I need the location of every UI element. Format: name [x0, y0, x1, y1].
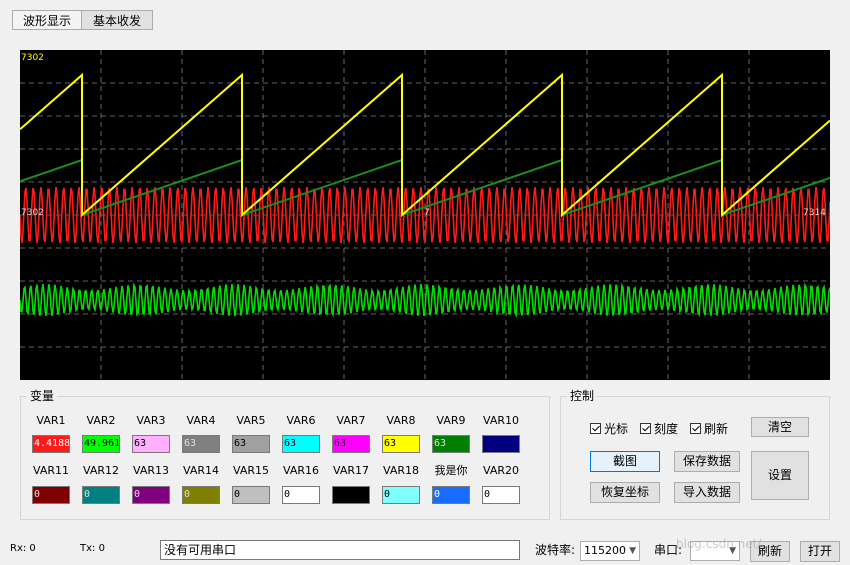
control-group-title: 控制: [567, 389, 598, 403]
baud-rate-label: 波特率:: [535, 543, 576, 557]
variable-label: VAR5: [236, 414, 266, 427]
variable-label: VAR12: [83, 464, 119, 477]
variable-value-box[interactable]: 0: [132, 486, 170, 504]
checkbox-check-icon: [590, 423, 601, 434]
chevron-down-icon: ▼: [629, 546, 636, 556]
scope-label-mid-right: 7314: [803, 208, 826, 218]
cursor-checkbox-label: 光标: [604, 422, 629, 436]
variable-label: VAR11: [33, 464, 69, 477]
variable-value-box[interactable]: 63: [232, 435, 270, 453]
screenshot-button[interactable]: 截图: [590, 451, 660, 472]
variable-label: VAR8: [386, 414, 416, 427]
variable-value-box[interactable]: 63: [332, 435, 370, 453]
variables-group-title: 变量: [27, 389, 58, 403]
restore-coords-button[interactable]: 恢复坐标: [590, 482, 660, 503]
scope-label-top-left: 7302: [21, 53, 44, 63]
tab-basic-transceive[interactable]: 基本收发: [81, 10, 153, 30]
variable-value-box[interactable]: 4.4188: [32, 435, 70, 453]
variable-label: VAR14: [183, 464, 219, 477]
variable-label: VAR1: [36, 414, 66, 427]
scope-label-mid-small: 7: [424, 208, 430, 218]
variable-value-box[interactable]: 63: [132, 435, 170, 453]
variable-label: VAR6: [286, 414, 316, 427]
settings-button[interactable]: 设置: [751, 451, 809, 500]
variable-value-box[interactable]: 0: [482, 486, 520, 504]
variable-label: VAR10: [483, 414, 519, 427]
checkbox-check-icon: [690, 423, 701, 434]
variable-value-box[interactable]: 0: [382, 486, 420, 504]
variable-value-box[interactable]: 63: [432, 435, 470, 453]
scope-label-mid-left: 7302: [21, 208, 44, 218]
rx-counter: Rx: 0: [10, 543, 36, 554]
waveform-display[interactable]: 7302 7302 7314 7: [20, 50, 830, 380]
variable-value-box[interactable]: 0: [182, 486, 220, 504]
watermark-text: blog.csdn.net/...: [676, 537, 773, 551]
save-data-button[interactable]: 保存数据: [674, 451, 740, 472]
baud-rate-select[interactable]: 115200 ▼: [580, 541, 640, 561]
variable-label: VAR13: [133, 464, 169, 477]
variable-label: VAR20: [483, 464, 519, 477]
variable-label: 我是你: [434, 464, 468, 477]
tx-counter: Tx: 0: [80, 543, 105, 554]
scale-checkbox-label: 刻度: [654, 422, 679, 436]
variable-label: VAR18: [383, 464, 419, 477]
variable-value-box[interactable]: [332, 486, 370, 504]
variable-value-box[interactable]: 0: [432, 486, 470, 504]
clear-button[interactable]: 清空: [751, 417, 809, 437]
variable-label: VAR7: [336, 414, 366, 427]
waveform-canvas: 7302 7302 7314 7: [20, 50, 830, 380]
variable-value-box[interactable]: 0: [82, 486, 120, 504]
open-port-button[interactable]: 打开: [800, 541, 840, 562]
variable-value-box[interactable]: 49.961: [82, 435, 120, 453]
variable-label: VAR2: [86, 414, 116, 427]
variable-label: VAR9: [436, 414, 466, 427]
variable-label: VAR16: [283, 464, 319, 477]
variable-label: VAR4: [186, 414, 216, 427]
variable-label: VAR17: [333, 464, 369, 477]
refresh-checkbox[interactable]: 刷新: [690, 420, 728, 437]
refresh-checkbox-label: 刷新: [704, 422, 729, 436]
variable-value-box[interactable]: 63: [382, 435, 420, 453]
scale-checkbox[interactable]: 刻度: [640, 420, 678, 437]
import-data-button[interactable]: 导入数据: [674, 482, 740, 503]
variable-value-box[interactable]: 63: [182, 435, 220, 453]
tab-waveform[interactable]: 波形显示: [12, 10, 82, 30]
status-message-field[interactable]: 没有可用串口: [160, 540, 520, 560]
variable-value-box[interactable]: 0: [282, 486, 320, 504]
baud-rate-value: 115200: [584, 544, 626, 557]
variable-value-box[interactable]: 63: [282, 435, 320, 453]
variable-value-box[interactable]: 0: [232, 486, 270, 504]
checkbox-check-icon: [640, 423, 651, 434]
variable-label: VAR15: [233, 464, 269, 477]
variable-value-box[interactable]: 0: [32, 486, 70, 504]
variable-label: VAR3: [136, 414, 166, 427]
cursor-checkbox[interactable]: 光标: [590, 420, 628, 437]
variable-value-box[interactable]: [482, 435, 520, 453]
